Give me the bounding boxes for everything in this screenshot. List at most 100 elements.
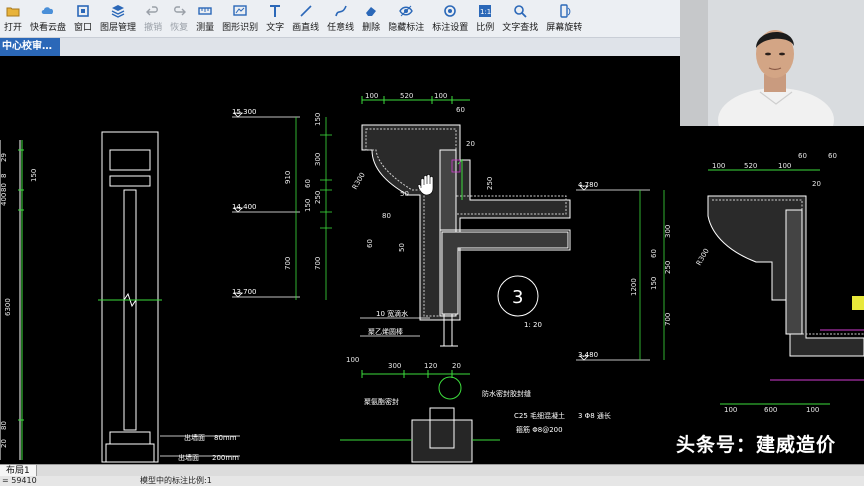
annotation-settings-icon bbox=[443, 4, 457, 18]
toolbar-freehand-button[interactable]: 任意线 bbox=[323, 0, 358, 37]
note-concrete: C25 毛细混凝土 bbox=[514, 411, 565, 420]
note-sealant: 聚氨酯密封 bbox=[364, 397, 399, 406]
toolbar-text-button[interactable]: 文字 bbox=[262, 0, 288, 37]
toolbar-label: 打开 bbox=[4, 23, 23, 33]
elevation-4780: 4.780 bbox=[578, 181, 598, 189]
watermark: 头条号：建威造价 bbox=[676, 434, 837, 456]
document-tab[interactable]: 中心校审… bbox=[0, 38, 60, 56]
window-icon bbox=[76, 4, 90, 18]
right-top-dim-3: 100 bbox=[778, 162, 791, 170]
left-dim-8: 20 bbox=[0, 439, 8, 448]
text-icon bbox=[268, 4, 282, 18]
toolbar-label: 文字 bbox=[266, 23, 285, 33]
toolbar-label: 恢复 bbox=[170, 23, 189, 33]
detail-side-dim-2: 50 bbox=[400, 190, 409, 198]
detail-scale: 1: 20 bbox=[524, 321, 542, 329]
detail-bottom-dim-2: 300 bbox=[388, 362, 401, 370]
toolbar-window-button[interactable]: 窗口 bbox=[70, 0, 96, 37]
cloud-icon bbox=[41, 4, 55, 18]
left-dim-6: 6300 bbox=[4, 298, 12, 316]
left-dim-5: 150 bbox=[30, 169, 38, 182]
base-label: 出墙面 bbox=[178, 453, 199, 462]
elevation-3480: 3.480 bbox=[578, 351, 598, 359]
toolbar-label: 删除 bbox=[362, 23, 381, 33]
toolbar-eraser-button[interactable]: 删除 bbox=[358, 0, 384, 37]
status-bar: = 59410 模型中的标注比例:1 bbox=[0, 476, 864, 486]
toolbar-ruler-button[interactable]: 测量 bbox=[192, 0, 218, 37]
sill-detail bbox=[340, 407, 500, 463]
right-top-dim-6: 20 bbox=[812, 180, 821, 188]
sill-value: 80mm bbox=[214, 434, 237, 442]
mid-dim-2: 300 bbox=[314, 153, 322, 166]
toolbar-annotation-settings-button[interactable]: 标注设置 bbox=[428, 0, 472, 37]
right-side-dim-3: 60 bbox=[650, 249, 658, 258]
right-bottom-dim-1: 100 bbox=[724, 406, 737, 414]
webcam-overlay bbox=[680, 0, 864, 126]
toolbar-label: 窗口 bbox=[74, 23, 93, 33]
toolbar-label: 任意线 bbox=[327, 23, 355, 33]
toolbar-layers-button[interactable]: 图层管理 bbox=[96, 0, 140, 37]
shape-recognize-icon bbox=[233, 4, 247, 18]
detail-side-dim-3: 250 bbox=[486, 177, 494, 190]
toolbar-shape-recognize-button[interactable]: 图形识别 bbox=[218, 0, 262, 37]
column-elevation bbox=[98, 131, 162, 463]
elevation-14400: 14.400 bbox=[232, 203, 257, 211]
note-foam: 聚乙烯圆棒 bbox=[368, 327, 403, 336]
layers-icon bbox=[111, 4, 125, 18]
toolbar-undo-button[interactable]: 撤销 bbox=[140, 0, 166, 37]
mid-dim-7: 700 bbox=[284, 257, 292, 270]
right-side-dim-5: 250 bbox=[664, 261, 672, 274]
rotate-screen-icon bbox=[557, 4, 571, 18]
detail-side-dim-4: 80 bbox=[382, 212, 391, 220]
toolbar-label: 图层管理 bbox=[100, 23, 137, 33]
detail-top-dim-2: 520 bbox=[400, 92, 413, 100]
detail-bottom-dim-1: 100 bbox=[346, 356, 359, 364]
right-bottom-dim-2: 600 bbox=[764, 406, 777, 414]
ruler-icon bbox=[198, 4, 212, 18]
presenter-video bbox=[680, 0, 864, 126]
toolbar-eye-button[interactable]: 隐藏标注 bbox=[384, 0, 428, 37]
line-icon bbox=[299, 4, 313, 18]
right-cornice-section bbox=[707, 169, 864, 405]
toolbar-label: 画直线 bbox=[292, 23, 320, 33]
toolbar-label: 测量 bbox=[196, 23, 215, 33]
toolbar-line-button[interactable]: 画直线 bbox=[288, 0, 323, 37]
toolbar-label: 文字查找 bbox=[502, 23, 539, 33]
status-message: 模型中的标注比例:1 bbox=[140, 476, 212, 485]
folder-icon bbox=[6, 4, 20, 18]
toolbar-scale-button[interactable]: 1:1 比例 bbox=[472, 0, 498, 37]
note-rebar: 3 Φ8 通长 bbox=[578, 411, 611, 420]
undo-icon bbox=[146, 4, 160, 18]
document-tab-row: 中心校审… bbox=[0, 38, 680, 56]
mid-dim-3: 910 bbox=[284, 171, 292, 184]
toolbar-rotate-screen-button[interactable]: 屏幕旋转 bbox=[542, 0, 586, 37]
mid-dim-8: 700 bbox=[314, 257, 322, 270]
detail-number: 3 bbox=[512, 287, 523, 308]
status-coordinate: = 59410 bbox=[2, 476, 37, 485]
eye-icon bbox=[399, 4, 414, 18]
toolbar-label: 快看云盘 bbox=[30, 23, 67, 33]
toolbar-text-search-button[interactable]: 文字查找 bbox=[498, 0, 542, 37]
elevation-markers-right bbox=[576, 185, 665, 361]
left-dim-3: 80 bbox=[0, 183, 8, 192]
base-value: 200mm bbox=[212, 454, 239, 462]
detail-top-dim-3: 100 bbox=[434, 92, 447, 100]
toolbar-label: 标注设置 bbox=[432, 23, 469, 33]
toolbar-label: 隐藏标注 bbox=[388, 23, 425, 33]
left-dim-2: 8 bbox=[0, 174, 8, 178]
toolbar-cloud-button[interactable]: 快看云盘 bbox=[26, 0, 70, 37]
toolbar-folder-button[interactable]: 打开 bbox=[0, 0, 26, 37]
detail-side-dim-6: 60 bbox=[366, 239, 374, 248]
left-dim-7: 80 bbox=[0, 421, 8, 430]
toolbar-label: 屏幕旋转 bbox=[546, 23, 583, 33]
right-top-dim-2: 520 bbox=[744, 162, 757, 170]
left-dim-1: 29 bbox=[0, 153, 8, 162]
cornice-detail-section bbox=[361, 96, 571, 321]
left-dim-4: 400 bbox=[0, 193, 8, 206]
right-side-dim-2: 300 bbox=[664, 225, 672, 238]
sill-label: 出墙面 bbox=[184, 433, 205, 442]
mid-dim-6: 250 bbox=[314, 191, 322, 204]
toolbar-redo-button[interactable]: 恢复 bbox=[166, 0, 192, 37]
right-bottom-dim-3: 100 bbox=[806, 406, 819, 414]
elevation-15300: 15.300 bbox=[232, 108, 257, 116]
